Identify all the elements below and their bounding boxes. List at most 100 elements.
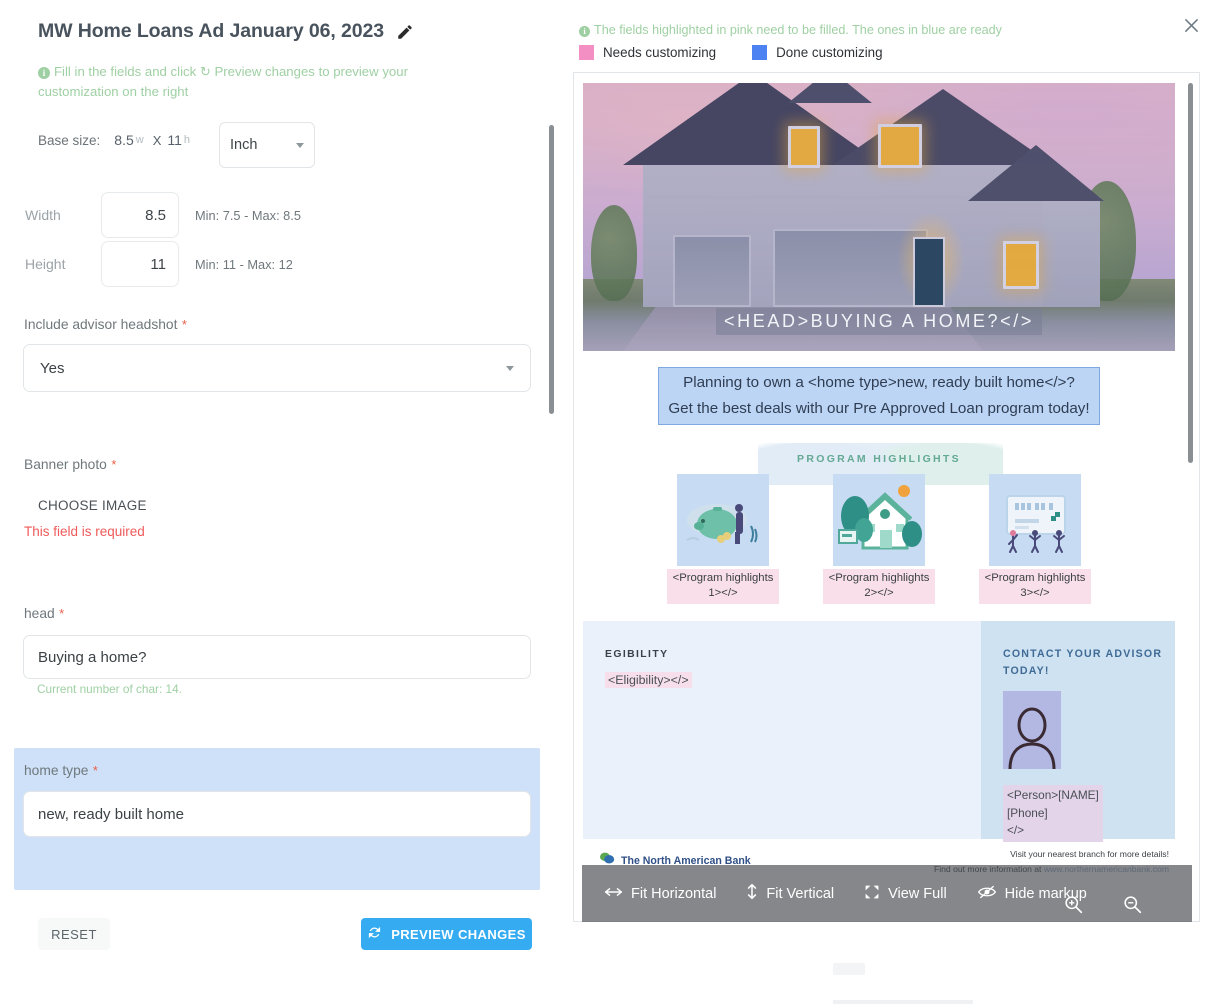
head-label: head: [24, 606, 55, 621]
program-highlights-title: PROGRAM HIGHLIGHTS: [797, 453, 961, 466]
page-title-row: MW Home Loans Ad January 06, 2023: [38, 20, 414, 43]
height-label: Height: [25, 256, 66, 272]
form-hint-text: Fill in the fields and click: [54, 64, 197, 79]
height-input[interactable]: 11: [101, 241, 179, 287]
home-type-label: home type: [24, 763, 89, 778]
width-label: Width: [25, 207, 61, 223]
head-label-row: head *: [24, 605, 64, 623]
highlight-caption: <Program highlights 3></>: [979, 569, 1091, 604]
preview-scrollbar-thumb[interactable]: [1188, 83, 1193, 463]
required-star: *: [59, 606, 65, 621]
chevron-down-icon: [296, 142, 304, 148]
pencil-icon[interactable]: [396, 23, 414, 41]
banner-image: <HEAD>BUYING A HOME?</>: [583, 83, 1175, 351]
legend-swatch-blue: [752, 45, 768, 60]
width-input[interactable]: 8.5: [101, 192, 179, 238]
required-star: *: [181, 317, 187, 332]
subhead-wrap: Planning to own a <home type>new, ready …: [583, 351, 1175, 431]
unit-select[interactable]: Inch: [219, 122, 315, 168]
banner-photo-label-row: Banner photo *: [24, 456, 116, 474]
house-illustration-icon: [833, 474, 925, 567]
required-star: *: [92, 763, 98, 778]
ghost-placeholder-top: [833, 963, 865, 975]
legend-label-done-customizing: Done customizing: [776, 45, 883, 60]
highlight-item: <Program highlights 1></>: [667, 474, 779, 604]
banner-head-overlay: <HEAD>BUYING A HOME?</>: [583, 308, 1175, 335]
fit-vertical-label: Fit Vertical: [766, 885, 835, 902]
view-full-button[interactable]: View Full: [864, 884, 947, 904]
preview-changes-button[interactable]: PREVIEW CHANGES: [361, 918, 532, 950]
base-size-height: 11: [167, 132, 182, 148]
fit-vertical-button[interactable]: Fit Vertical: [746, 883, 834, 904]
width-input-value: 8.5: [145, 206, 166, 224]
preview-note: i The fields highlighted in pink need to …: [579, 23, 1002, 37]
zoom-out-icon[interactable]: [1123, 895, 1142, 919]
head-char-count: Current number of char: 14.: [37, 682, 182, 696]
ad-customizer-screen: MW Home Loans Ad January 06, 2023 i Fill …: [0, 0, 1210, 1007]
close-icon[interactable]: [1178, 12, 1204, 38]
advisor-info: <Person>[NAME] [Phone] </>: [1003, 785, 1103, 843]
advisor-info-line-3: </>: [1007, 823, 1025, 838]
zoom-controls: [1064, 895, 1142, 919]
advisor-info-line-2: [Phone]: [1007, 805, 1048, 820]
eligibility-column: EGIBILITY <Eligibility></>: [583, 621, 981, 840]
base-size-width-unit: w: [135, 134, 144, 146]
page-title: MW Home Loans Ad January 06, 2023: [38, 20, 385, 42]
headshot-label-row: Include advisor headshot *: [24, 316, 187, 334]
base-size-width: 8.5: [114, 132, 134, 148]
fit-horizontal-button[interactable]: Fit Horizontal: [604, 885, 716, 903]
view-full-label: View Full: [888, 885, 947, 902]
expand-icon: [864, 884, 880, 904]
highlight-item: <Program highlights 2></>: [823, 474, 935, 604]
banner-head-text: <HEAD>BUYING A HOME?</>: [716, 308, 1042, 335]
eligibility-value: <Eligibility></>: [605, 672, 692, 689]
customization-form-panel: MW Home Loans Ad January 06, 2023 i Fill …: [0, 0, 566, 1007]
banner-photo-label: Banner photo: [24, 457, 107, 472]
banner-photo-error: This field is required: [24, 524, 145, 539]
highlight-caption: <Program highlights 2></>: [823, 569, 935, 604]
bottom-band: EGIBILITY <Eligibility></> CONTACT YOUR …: [583, 621, 1175, 843]
base-size-times: X: [152, 132, 162, 148]
eye-slash-icon: [977, 885, 997, 903]
required-star: *: [111, 457, 117, 472]
home-type-label-row: home type *: [24, 762, 98, 780]
base-size-row: Base size: 8.5 w X 11 h: [38, 132, 193, 148]
refresh-icon: [367, 925, 382, 943]
home-type-section: home type * new, ready built home: [14, 748, 540, 890]
width-row: Width 8.5 Min: 7.5 - Max: 8.5: [25, 192, 301, 238]
legend-swatch-pink: [579, 45, 594, 60]
ghost-placeholder-bottom: [833, 1000, 973, 1004]
headshot-label: Include advisor headshot: [24, 317, 178, 332]
card-and-people-illustration-icon: [989, 474, 1081, 567]
program-highlights-items: <Program highlights 1></> <Program highl…: [583, 474, 1175, 604]
head-input[interactable]: Buying a home?: [23, 635, 531, 679]
home-type-input[interactable]: new, ready built home: [23, 791, 531, 837]
head-input-value: Buying a home?: [38, 648, 147, 666]
subhead-line-1: Planning to own a <home type>new, ready …: [683, 374, 1075, 391]
choose-image-button[interactable]: CHOOSE IMAGE: [28, 494, 157, 517]
base-size-label: Base size:: [38, 132, 101, 148]
subhead-line-2: Get the best deals with our Pre Approved…: [668, 400, 1090, 418]
eligibility-title: EGIBILITY: [605, 649, 669, 661]
preview-panel: i The fields highlighted in pink need to …: [566, 0, 1210, 1007]
preview-changes-label: PREVIEW CHANGES: [391, 926, 526, 942]
piggy-bank-illustration-icon: [677, 474, 769, 567]
legend-label-needs-customizing: Needs customizing: [603, 45, 717, 60]
program-highlights-section: PROGRAM HIGHLIGHTS <Program highlights 1…: [583, 441, 1175, 613]
headshot-select[interactable]: Yes: [23, 344, 531, 392]
form-hint: i Fill in the fields and click ↻ Preview …: [38, 62, 438, 101]
zoom-in-icon[interactable]: [1064, 895, 1083, 919]
legend-row: Needs customizing Done customizing: [579, 45, 883, 60]
fit-horizontal-label: Fit Horizontal: [631, 885, 717, 902]
form-hint-action: Preview changes: [214, 64, 315, 79]
height-minmax: Min: 11 - Max: 12: [195, 256, 293, 272]
refresh-icon: ↻: [199, 64, 211, 79]
info-icon: i: [38, 67, 50, 79]
arrows-vertical-icon: [746, 883, 758, 904]
height-row: Height 11 Min: 11 - Max: 12: [25, 241, 293, 287]
preview-note-text: The fields highlighted in pink need to b…: [594, 23, 1002, 37]
form-scrollbar-thumb[interactable]: [549, 125, 554, 414]
unit-select-value: Inch: [230, 137, 258, 153]
reset-button[interactable]: RESET: [38, 918, 110, 950]
highlight-caption: <Program highlights 1></>: [667, 569, 779, 604]
